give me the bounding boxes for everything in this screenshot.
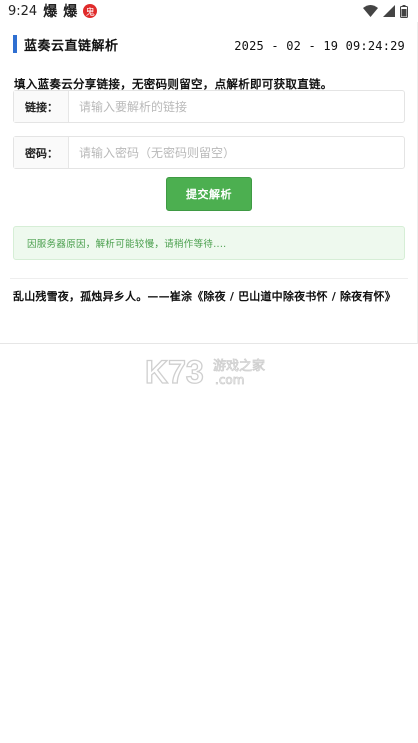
- current-datetime: 2025 - 02 - 19 09:24:29: [234, 39, 405, 53]
- app-notification-icon: 爆: [43, 4, 58, 20]
- watermark-site-en: .com: [215, 373, 244, 387]
- submit-parse-button[interactable]: 提交解析: [166, 177, 252, 211]
- watermark-brand: K73: [145, 354, 204, 390]
- divider: [10, 278, 408, 279]
- link-input[interactable]: [69, 91, 404, 122]
- notification-badge-icon: 鬼: [83, 4, 98, 18]
- password-input[interactable]: [69, 137, 404, 168]
- wifi-icon: [363, 5, 378, 17]
- k73-watermark-logo: K73 游戏之家 .com: [145, 353, 265, 390]
- status-left: 9:24 爆 爆 鬼: [8, 1, 98, 21]
- status-bar: 9:24 爆 爆 鬼: [0, 0, 418, 22]
- password-field-group: 密码：: [13, 136, 405, 169]
- signal-icon: [383, 5, 395, 17]
- battery-icon: [400, 4, 408, 18]
- page-title: 蓝奏云直链解析: [24, 39, 119, 54]
- poem-quote: 乱山残雪夜，孤烛异乡人。——崔涂《除夜 / 巴山道中除夜书怀 / 除夜有怀》: [13, 290, 396, 303]
- parser-card: 蓝奏云直链解析 2025 - 02 - 19 09:24:29 填入蓝奏云分享链…: [0, 22, 418, 344]
- status-time: 9:24: [8, 3, 38, 19]
- title-accent-bar: [13, 35, 17, 53]
- link-field-group: 链接：: [13, 90, 405, 123]
- status-right: [363, 4, 408, 18]
- server-notice: 因服务器原因，解析可能较慢，请稍作等待....: [13, 226, 405, 260]
- header: 蓝奏云直链解析 2025 - 02 - 19 09:24:29: [13, 34, 405, 54]
- watermark-site-cn: 游戏之家: [213, 358, 265, 374]
- link-label: 链接：: [14, 91, 69, 122]
- app-notification-icon: 爆: [63, 4, 78, 20]
- password-label: 密码：: [14, 137, 69, 168]
